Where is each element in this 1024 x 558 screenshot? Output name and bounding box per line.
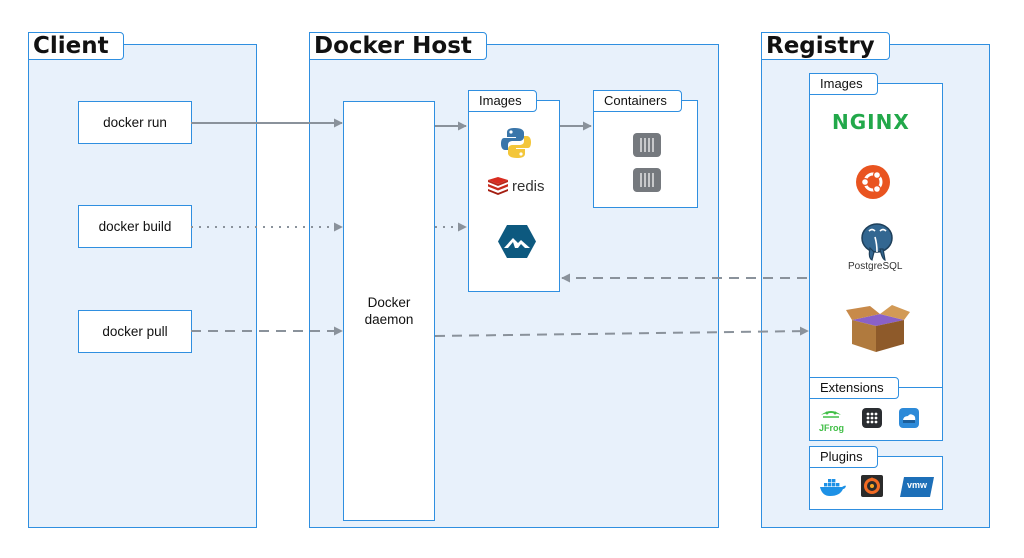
vmware-logo-text: vmw: [907, 480, 928, 490]
container-icon: [633, 168, 661, 192]
host-images-title: Images: [468, 90, 537, 112]
postgresql-logo-text: PostgreSQL: [848, 261, 903, 272]
registry-images-title: Images: [809, 73, 878, 95]
cloud-drive-icon: [899, 408, 919, 428]
daemon-label-line1: Docker: [367, 295, 411, 310]
daemon-label-line2: daemon: [364, 312, 414, 327]
ubuntu-logo-icon: [856, 165, 890, 199]
docker-run-command[interactable]: docker run: [78, 101, 192, 144]
postgresql-logo-icon: [861, 223, 893, 261]
nginx-logo-icon: NGINX: [832, 110, 910, 134]
registry-panel: Registry Images NGINX PostgreSQL Extensi…: [761, 32, 990, 528]
docker-whale-icon: [820, 479, 846, 496]
grid-app-icon: [862, 408, 882, 428]
cardboard-box-icon: [846, 305, 910, 352]
docker-host-panel: Docker Host Docker daemon Images redis C…: [309, 32, 719, 528]
docker-host-title: Docker Host: [309, 32, 487, 60]
container-icon: [633, 133, 661, 157]
docker-build-command[interactable]: docker build: [78, 205, 192, 248]
jfrog-logo-icon: [821, 411, 841, 418]
python-logo-icon: [501, 128, 531, 158]
plugins-title: Plugins: [809, 446, 878, 468]
registry-title: Registry: [761, 32, 890, 60]
host-images-panel: Images redis: [468, 90, 560, 292]
grafana-logo-icon: [861, 475, 883, 497]
jfrog-logo-text: JFrog: [819, 423, 845, 433]
registry-images-panel: Images NGINX PostgreSQL: [809, 73, 943, 412]
docker-daemon[interactable]: Docker daemon: [343, 101, 435, 521]
redis-logo-text: redis: [512, 178, 545, 195]
redis-logo-icon: [488, 177, 508, 195]
extensions-title: Extensions: [809, 377, 899, 399]
containers-title: Containers: [593, 90, 682, 112]
client-panel: Client docker run docker build docker pu…: [28, 32, 257, 528]
client-title: Client: [28, 32, 124, 60]
alpine-logo-icon: [498, 225, 536, 258]
extensions-panel: Extensions JFrog: [809, 377, 943, 441]
plugins-panel: Plugins vmw: [809, 446, 943, 510]
containers-panel: Containers: [593, 90, 698, 208]
docker-pull-command[interactable]: docker pull: [78, 310, 192, 353]
